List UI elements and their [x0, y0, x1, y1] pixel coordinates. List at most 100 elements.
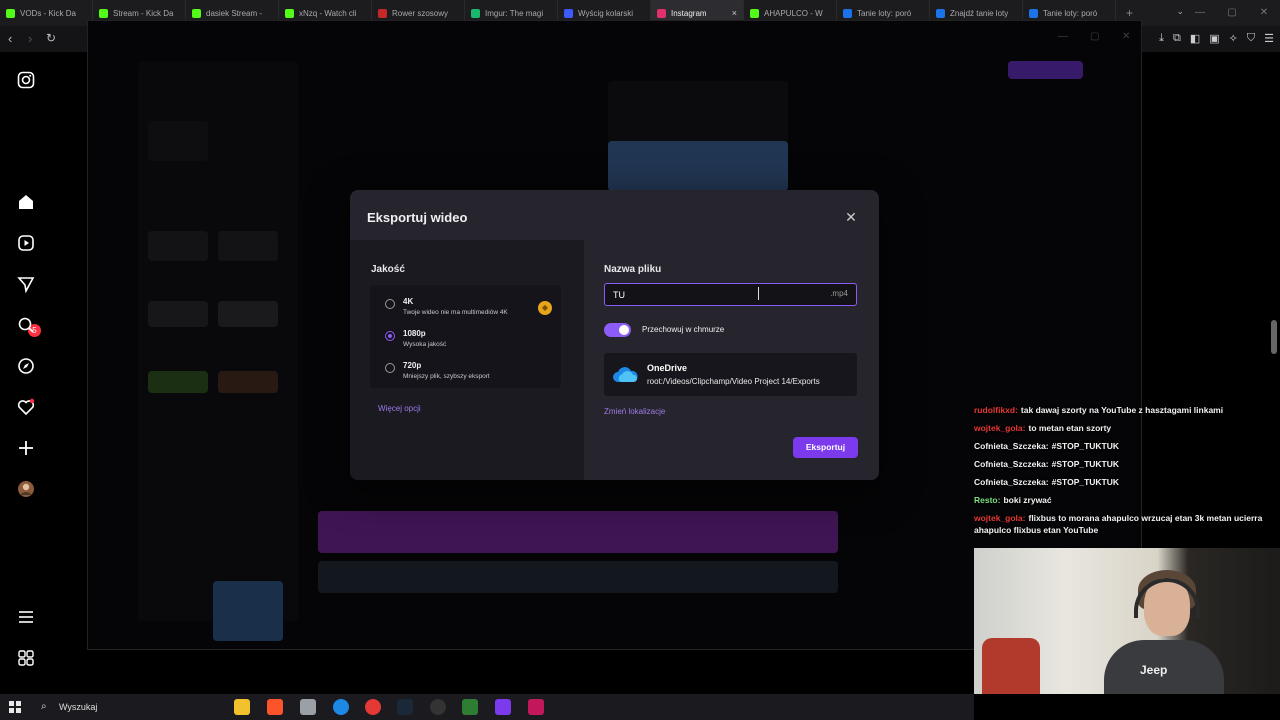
radio-720p[interactable]: [385, 363, 395, 373]
red-chair: [982, 638, 1040, 694]
maximize-button[interactable]: ▢: [1216, 0, 1248, 26]
download-icon[interactable]: ⤓: [1159, 32, 1164, 45]
tab-favicon-icon: [6, 8, 15, 18]
wallet-icon[interactable]: ▣: [1209, 32, 1219, 45]
sidebar-icon[interactable]: ◧: [1190, 32, 1200, 45]
app-icon[interactable]: [300, 699, 316, 715]
extensions-icon[interactable]: ✧: [1229, 32, 1238, 45]
chat-username[interactable]: Resto:: [974, 495, 1000, 505]
notifications-heart-icon[interactable]: [16, 397, 36, 417]
home-icon[interactable]: [16, 192, 36, 212]
chat-message: wojtek_gola: to metan etan szorty: [974, 422, 1280, 434]
onedrive-cloud-icon: [612, 366, 639, 388]
window-controls: — ▢ ✕: [1184, 0, 1280, 26]
tab-favicon-icon: [99, 8, 108, 18]
chat-message: Resto: boki zrywać: [974, 494, 1280, 506]
steam-icon[interactable]: [397, 699, 413, 715]
quality-option-4k[interactable]: 4K Twoje wideo nie ma multimediów 4K ◆: [370, 295, 561, 325]
explore-icon[interactable]: [16, 356, 36, 376]
shield-icon[interactable]: ⛉: [1247, 32, 1255, 45]
search-icon: ⌕: [41, 701, 47, 712]
tab-label: Wyścig kolarski: [578, 8, 634, 18]
radio-4k[interactable]: [385, 299, 395, 309]
quality-option-1080p[interactable]: 1080p Wysoka jakość: [370, 327, 561, 357]
file-extension: .mp4: [830, 289, 848, 298]
tab-label: VODs - Kick Da: [20, 8, 77, 18]
tab-label: Stream - Kick Da: [113, 8, 174, 18]
reload-icon[interactable]: ↻: [46, 31, 56, 45]
windows-taskbar: ⌕ Wyszukaj: [0, 694, 974, 720]
tab-close-icon[interactable]: ×: [732, 8, 737, 18]
chat-text: tak dawaj szorty na YouTube z hasztagami…: [1020, 405, 1224, 415]
profile-avatar[interactable]: [16, 479, 36, 499]
chat-username[interactable]: Cofnieta_Szczeka:: [974, 477, 1049, 487]
tab-favicon-icon: [285, 8, 294, 18]
chat-text: #STOP_TUKTUK: [1051, 441, 1120, 451]
close-icon[interactable]: ✕: [843, 209, 859, 225]
chrome-icon[interactable]: [365, 699, 381, 715]
tab-favicon-icon: [192, 8, 201, 18]
taskbar-search[interactable]: ⌕ Wyszukaj: [32, 697, 222, 717]
chat-username[interactable]: rudolfikxd:: [974, 405, 1018, 415]
chat-text: #STOP_TUKTUK: [1051, 477, 1120, 487]
filename-label: Nazwa pliku: [604, 264, 662, 275]
chat-username[interactable]: Cofnieta_Szczeka:: [974, 441, 1049, 451]
split-view-icon[interactable]: ⧉: [1173, 32, 1181, 45]
new-tab-button[interactable]: +: [1126, 6, 1133, 20]
filename-field[interactable]: .mp4: [604, 283, 857, 306]
change-location-link[interactable]: Zmień lokalizacje: [604, 407, 665, 416]
page-scrollbar[interactable]: [1271, 320, 1277, 354]
chat-username[interactable]: wojtek_gola:: [974, 513, 1025, 523]
destination-name: OneDrive: [647, 363, 688, 373]
quality-name: 720p: [403, 361, 422, 370]
dialog-title: Eksportuj wideo: [367, 210, 468, 225]
tab-label: Instagram: [671, 8, 707, 18]
tab-label: Imgur: The magi: [485, 8, 544, 18]
file-explorer-icon[interactable]: [234, 699, 250, 715]
also-from-meta-icon[interactable]: [16, 648, 36, 668]
more-menu-icon[interactable]: [16, 607, 36, 627]
chat-text: to metan etan szorty: [1028, 423, 1112, 433]
chat-username[interactable]: Cofnieta_Szczeka:: [974, 459, 1049, 469]
obs-icon[interactable]: [430, 699, 446, 715]
direct-messages-icon[interactable]: [16, 274, 36, 294]
create-post-icon[interactable]: [16, 438, 36, 458]
quality-option-720p[interactable]: 720p Mniejszy plik, szybszy eksport: [370, 359, 561, 389]
clipchamp-icon[interactable]: [495, 699, 511, 715]
reels-icon[interactable]: [16, 233, 36, 253]
stream-chat: rudolfikxd: tak dawaj szorty na YouTube z…: [974, 404, 1280, 542]
tab-list-chevron-icon[interactable]: ⌄: [1176, 6, 1184, 17]
tab-label: dasiek Stream -: [206, 8, 263, 18]
more-options-link[interactable]: Więcej opcji: [378, 404, 421, 413]
minimize-button[interactable]: —: [1184, 0, 1216, 26]
filename-input[interactable]: [613, 288, 803, 302]
tab-label: xNzq - Watch cli: [299, 8, 357, 18]
tab-favicon-icon: [936, 8, 945, 18]
browser-tab[interactable]: VODs - Kick Da: [0, 0, 93, 26]
quality-label: Jakość: [371, 264, 405, 275]
cloud-storage-toggle[interactable]: [604, 323, 631, 337]
tab-label: Tanie loty: poró: [857, 8, 912, 18]
forward-icon[interactable]: ›: [28, 31, 32, 46]
instagram-sidebar: 5: [0, 52, 52, 694]
start-button[interactable]: [9, 701, 21, 713]
webcam-feed: Jeep: [974, 548, 1280, 694]
back-icon[interactable]: ‹: [8, 31, 12, 46]
quality-name: 1080p: [403, 329, 426, 338]
close-window-button[interactable]: ✕: [1248, 0, 1280, 26]
media-player-icon[interactable]: [462, 699, 478, 715]
radio-1080p[interactable]: [385, 331, 395, 341]
brave-icon[interactable]: [267, 699, 283, 715]
edge-icon[interactable]: [333, 699, 349, 715]
export-button[interactable]: Eksportuj: [793, 437, 858, 458]
app-icon[interactable]: [528, 699, 544, 715]
taskbar-search-placeholder: Wyszukaj: [59, 702, 98, 712]
tab-label: Tanie loty: poró: [1043, 8, 1098, 18]
destination-path: root:/Videos/Clipchamp/Video Project 14/…: [647, 377, 820, 386]
menu-icon[interactable]: ☰: [1264, 32, 1274, 45]
tab-favicon-icon: [843, 8, 852, 18]
chat-username[interactable]: wojtek_gola:: [974, 423, 1025, 433]
search-icon[interactable]: [16, 315, 36, 335]
tab-favicon-icon: [471, 8, 480, 18]
instagram-logo-icon[interactable]: [16, 70, 36, 90]
